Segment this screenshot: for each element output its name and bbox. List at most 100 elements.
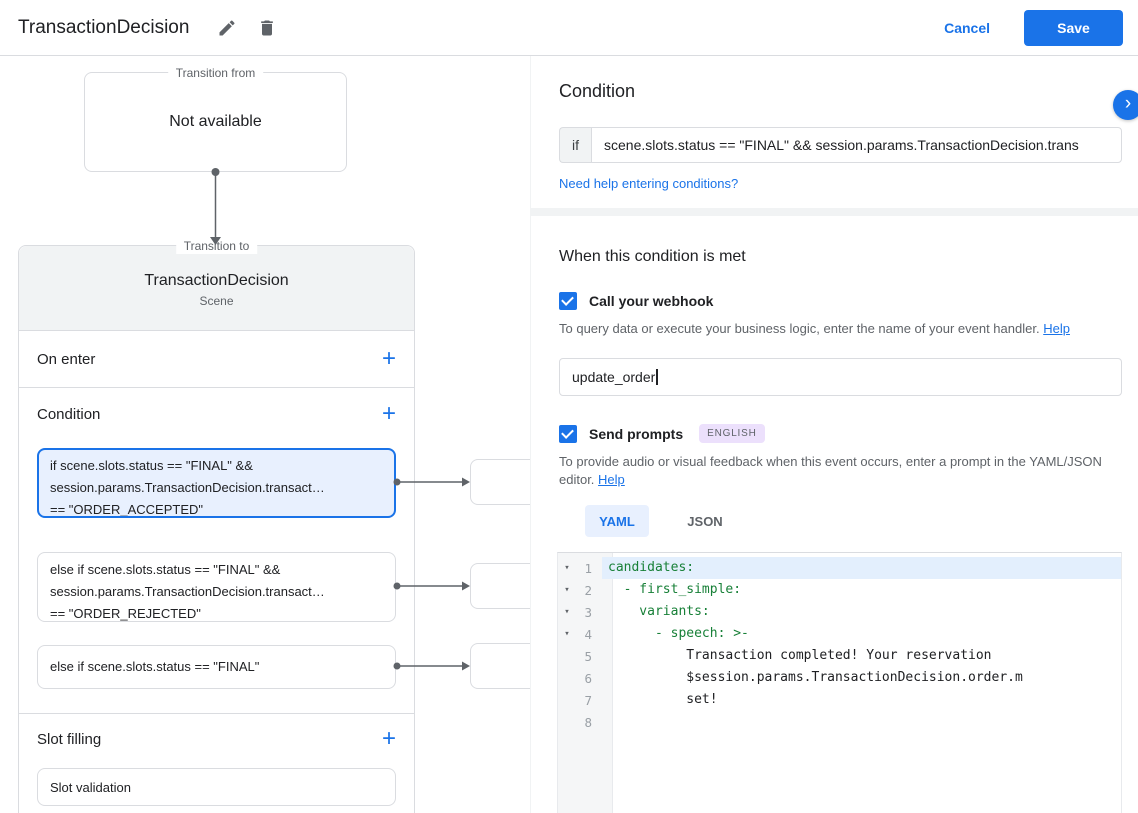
webhook-handler-value: update_order (572, 369, 656, 385)
transition-target-box-1[interactable] (470, 459, 530, 505)
code-text: set! (608, 692, 718, 707)
condition-line: session.params.TransactionDecision.trans… (50, 480, 325, 495)
code-line[interactable]: 7 set! (558, 689, 1121, 711)
scene-card-header: TransactionDecision Scene (19, 246, 414, 331)
line-number: 2 (584, 582, 592, 598)
condition-expression-row: if (559, 127, 1122, 163)
line-number: 1 (584, 560, 592, 576)
add-on-enter-button[interactable]: + (382, 347, 396, 371)
slot-validation-card[interactable]: Slot validation (37, 768, 396, 806)
webhook-description-text: To query data or execute your business l… (559, 321, 1040, 336)
collapse-panel-button[interactable]: › (1113, 90, 1138, 120)
conditions-help-row: Need help entering conditions? (559, 175, 1122, 193)
slot-validation-label: Slot validation (50, 779, 131, 795)
line-number: 8 (584, 714, 592, 730)
condition-line: == "ORDER_ACCEPTED" (50, 502, 203, 517)
transition-target-box-2[interactable] (470, 563, 530, 609)
code-text: - speech: >- (608, 626, 749, 641)
webhook-checkbox[interactable] (559, 292, 577, 310)
code-text: - first_simple: (608, 582, 742, 597)
app-window: TransactionDecision Cancel Save Transiti… (0, 0, 1138, 813)
prompts-label: Send prompts (589, 425, 684, 442)
scene-title: TransactionDecision (144, 272, 289, 289)
webhook-label: Call your webhook (589, 293, 714, 309)
chevron-right-icon: › (1124, 93, 1132, 114)
transition-target-box-3[interactable] (470, 643, 530, 689)
transition-from-box: Transition from Not available (84, 65, 347, 172)
condition-line: if scene.slots.status == "FINAL" && (50, 458, 253, 473)
scene-subtitle: Scene (199, 294, 234, 308)
code-line[interactable]: 5 Transaction completed! Your reservatio… (558, 645, 1121, 667)
condition-card-accepted[interactable]: if scene.slots.status == "FINAL" && sess… (37, 448, 396, 518)
webhook-help-link[interactable]: Help (1043, 320, 1070, 338)
webhook-row: Call your webhook (559, 292, 1122, 310)
slot-filling-section-row: Slot filling + (19, 714, 414, 764)
code-line[interactable]: 6 $session.params.TransactionDecision.or… (558, 667, 1121, 689)
cancel-button[interactable]: Cancel (944, 20, 990, 36)
save-button[interactable]: Save (1024, 9, 1123, 46)
edit-icon[interactable] (215, 16, 239, 40)
code-line[interactable]: ▾ 1 candidates: (558, 557, 1121, 579)
panel-header: Condition › (531, 78, 1138, 120)
code-text: Transaction completed! Your reservation (608, 648, 992, 663)
if-label: if (559, 127, 591, 163)
transition-from-label: Transition from (167, 65, 264, 81)
condition-line: session.params.TransactionDecision.trans… (50, 584, 325, 599)
on-enter-section-row: On enter + (19, 331, 414, 388)
language-badge: ENGLISH (699, 424, 765, 443)
webhook-handler-input[interactable]: update_order (559, 358, 1122, 396)
prompts-description-text: To provide audio or visual feedback when… (559, 454, 1102, 487)
add-condition-button[interactable]: + (382, 402, 396, 426)
condition-card-rejected[interactable]: else if scene.slots.status == "FINAL" &&… (37, 552, 396, 622)
prompts-description: To provide audio or visual feedback when… (559, 453, 1122, 489)
code-line[interactable]: 8 (558, 711, 1121, 733)
code-line[interactable]: ▾ 3 variants: (558, 601, 1121, 623)
code-text: variants: (608, 604, 710, 619)
text-cursor (656, 369, 658, 385)
condition-section: Condition + if scene.slots.status == "FI… (19, 388, 414, 714)
line-number: 5 (584, 648, 592, 664)
prompts-checkbox[interactable] (559, 424, 577, 443)
code-text: candidates: (602, 557, 1121, 579)
fold-toggle-icon[interactable]: ▾ (558, 563, 576, 573)
delete-icon[interactable] (255, 16, 279, 40)
panel-title: Condition (559, 81, 636, 101)
condition-line: else if scene.slots.status == "FINAL" && (50, 562, 281, 577)
line-number: 6 (584, 670, 592, 686)
conditions-help-link[interactable]: Need help entering conditions? (559, 176, 738, 191)
code-line[interactable]: ▾ 4 - speech: >- (558, 623, 1121, 645)
fold-toggle-icon[interactable]: ▾ (558, 607, 576, 617)
condition-editor-panel: Condition › if Need help entering condit… (530, 56, 1138, 813)
code-line[interactable]: ▾ 2 - first_simple: (558, 579, 1121, 601)
code-text: $session.params.TransactionDecision.orde… (608, 670, 1023, 685)
prompts-help-link[interactable]: Help (598, 471, 625, 489)
condition-expression-input[interactable] (591, 127, 1122, 163)
yaml-editor[interactable]: ▾ 1 candidates: ▾ 2 - first_simple: ▾ 3 … (557, 552, 1122, 813)
add-slot-button[interactable]: + (382, 727, 396, 751)
fold-toggle-icon[interactable]: ▾ (558, 585, 576, 595)
webhook-description: To query data or execute your business l… (559, 320, 1122, 338)
line-number: 3 (584, 604, 592, 620)
tab-yaml[interactable]: YAML (585, 505, 649, 537)
scene-diagram: Transition from Not available Transition… (0, 56, 530, 813)
line-number: 4 (584, 626, 592, 642)
condition-line: else if scene.slots.status == "FINAL" (50, 659, 260, 674)
topbar: TransactionDecision Cancel Save (0, 0, 1138, 56)
condition-section-row: Condition + (19, 388, 414, 440)
tab-json[interactable]: JSON (673, 505, 737, 537)
prompts-row: Send prompts ENGLISH (559, 424, 1122, 443)
on-enter-label: On enter (37, 350, 96, 368)
slot-filling-label: Slot filling (37, 730, 102, 748)
page-title: TransactionDecision (18, 16, 190, 38)
condition-section-label: Condition (37, 405, 101, 423)
condition-card-final[interactable]: else if scene.slots.status == "FINAL" (37, 645, 396, 689)
when-met-title: When this condition is met (559, 248, 746, 265)
fold-toggle-icon[interactable]: ▾ (558, 629, 576, 639)
scene-card: Transition to TransactionDecision Scene … (18, 238, 415, 813)
editor-tabs: YAML JSON (585, 505, 1122, 537)
section-divider (531, 208, 1138, 216)
transition-from-content: Not available (169, 113, 262, 130)
line-number: 7 (584, 692, 592, 708)
transition-to-label: Transition to (175, 238, 258, 254)
condition-line: == "ORDER_REJECTED" (50, 606, 201, 621)
